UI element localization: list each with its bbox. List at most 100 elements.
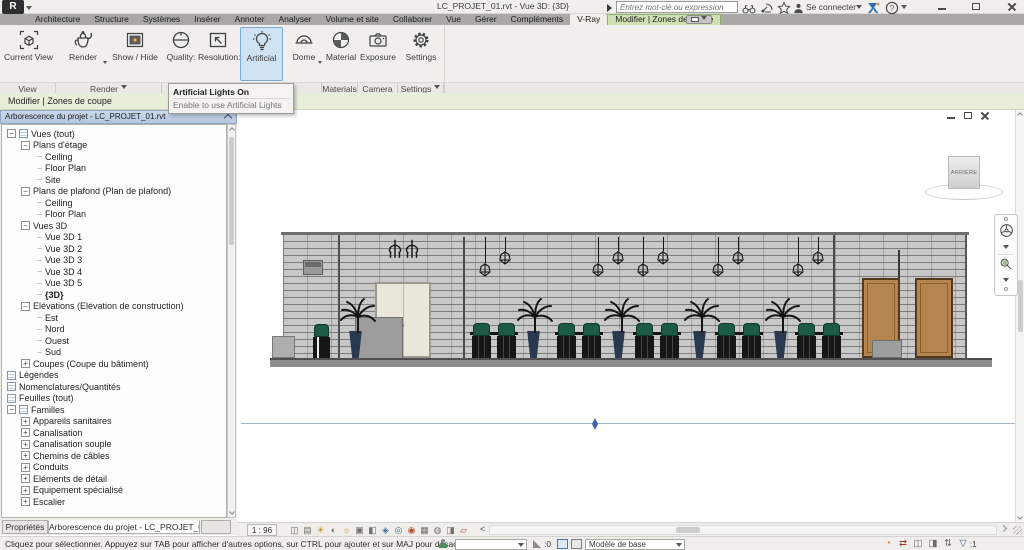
sun-settings-icon[interactable]: ☼ bbox=[341, 524, 352, 536]
tree-item[interactable]: +Canalisation bbox=[2, 427, 226, 439]
worksets-icon[interactable]: ◔ bbox=[882, 538, 894, 550]
tree-item[interactable]: Ceiling bbox=[2, 197, 226, 209]
scale-button[interactable]: 1 : 96 bbox=[247, 524, 277, 536]
minimize-button[interactable] bbox=[934, 2, 950, 12]
ribbon-tab-analyser[interactable]: Analyser bbox=[271, 14, 318, 25]
collapse-icon[interactable]: − bbox=[21, 187, 30, 196]
filter-icon[interactable]: ▽ bbox=[957, 538, 969, 550]
tree-item[interactable]: −Elévations (Elévation de construction) bbox=[2, 301, 226, 313]
viewbar-chevron[interactable]: < bbox=[480, 524, 485, 534]
tree-item[interactable]: Feuilles (tout) bbox=[2, 393, 226, 405]
browser-scrollbar[interactable] bbox=[227, 124, 236, 518]
displacement-icon[interactable]: ◨ bbox=[445, 524, 456, 536]
close-button[interactable] bbox=[1004, 2, 1020, 12]
logo-dropdown-caret-icon[interactable] bbox=[26, 6, 32, 13]
dropdown-caret-icon[interactable] bbox=[103, 61, 107, 66]
ribbon-button-current-view[interactable]: Current ViewVue 3D 4 bbox=[2, 27, 55, 81]
temporary-properties-icon[interactable]: ▦ bbox=[419, 524, 430, 536]
tree-item[interactable]: +Chemins de câbles bbox=[2, 450, 226, 462]
panel-caret-icon[interactable] bbox=[121, 85, 127, 92]
ribbon-tab-syst-mes[interactable]: Systèmes bbox=[136, 14, 187, 25]
expand-icon[interactable]: + bbox=[21, 417, 30, 426]
tree-item[interactable]: Vue 3D 4 bbox=[2, 266, 226, 278]
sign-in-label[interactable]: Se connecter bbox=[806, 2, 856, 12]
collapse-chevron-icon[interactable] bbox=[224, 114, 232, 122]
expand-icon[interactable]: + bbox=[21, 440, 30, 449]
scroll-up-icon[interactable] bbox=[229, 127, 235, 133]
tree-item[interactable]: Vue 3D 2 bbox=[2, 243, 226, 255]
tree-item[interactable]: +Equipement spécialisé bbox=[2, 485, 226, 497]
design-option-select[interactable]: Modèle de base bbox=[585, 539, 685, 550]
ribbon-button-quality[interactable]: Quality:Medium bbox=[164, 27, 198, 81]
ribbon-button-dome-light[interactable]: DomeLight bbox=[285, 27, 323, 81]
ribbon-tab-v-ray[interactable]: V-Ray bbox=[570, 14, 607, 25]
ribbon-tab-g-rer[interactable]: Gérer bbox=[468, 14, 504, 25]
tree-item[interactable]: Site bbox=[2, 174, 226, 186]
resize-grip-icon[interactable] bbox=[1013, 526, 1022, 535]
level-marker-icon[interactable] bbox=[592, 415, 598, 424]
tree-item[interactable]: +Canalisation souple bbox=[2, 439, 226, 451]
browser-tab-properties[interactable]: Propriétés bbox=[2, 520, 48, 534]
panel-caret-icon[interactable] bbox=[434, 85, 440, 92]
revit-logo-icon[interactable]: R bbox=[2, 0, 24, 14]
expand-icon[interactable]: + bbox=[21, 428, 30, 437]
collapse-icon[interactable]: − bbox=[21, 221, 30, 230]
canvas-vertical-scrollbar[interactable] bbox=[1015, 110, 1024, 522]
links-icon[interactable]: ◨ bbox=[927, 538, 939, 550]
tree-item[interactable]: +Coupes (Coupe du bâtiment) bbox=[2, 358, 226, 370]
sign-in-caret-icon[interactable] bbox=[856, 5, 862, 12]
navbar-more-icon[interactable] bbox=[1004, 287, 1008, 291]
viewcube[interactable]: ARRIÈRE bbox=[948, 156, 980, 189]
tree-item[interactable]: Légendes bbox=[2, 370, 226, 382]
detail-level-icon[interactable]: ▤ bbox=[302, 524, 313, 536]
crop-view-icon[interactable]: ▣ bbox=[354, 524, 365, 536]
wheel-caret-icon[interactable] bbox=[1003, 245, 1009, 252]
select-toggle-icon[interactable]: ⇅ bbox=[942, 538, 954, 550]
maximize-button[interactable] bbox=[968, 2, 984, 12]
search-input[interactable] bbox=[616, 1, 738, 13]
steering-wheel-icon[interactable] bbox=[999, 223, 1014, 243]
view-close-button[interactable] bbox=[977, 111, 993, 121]
ribbon-display-toggle[interactable] bbox=[686, 15, 712, 24]
show-crop-icon[interactable]: ◧ bbox=[367, 524, 378, 536]
collapse-icon[interactable]: − bbox=[21, 302, 30, 311]
tree-item[interactable]: Ouest bbox=[2, 335, 226, 347]
ribbon-button-render-with-vray[interactable]: RenderWith V-Ray bbox=[58, 27, 108, 81]
constraints-icon[interactable]: ▱ bbox=[458, 524, 469, 536]
ribbon-tab-compl-ments[interactable]: Compléments bbox=[504, 14, 570, 25]
dropdown-caret-icon[interactable] bbox=[318, 61, 322, 66]
editable-only-icon[interactable] bbox=[557, 539, 568, 549]
ribbon-tab-collaborer[interactable]: Collaborer bbox=[386, 14, 439, 25]
tree-item[interactable]: Est bbox=[2, 312, 226, 324]
tree-item[interactable]: +Eléments de détail bbox=[2, 473, 226, 485]
expand-icon[interactable]: + bbox=[21, 486, 30, 495]
ribbon-button-resolution[interactable]: Resolution:960 x 720 bbox=[198, 27, 238, 81]
level-marker-icon[interactable] bbox=[592, 424, 598, 433]
user-account-icon[interactable] bbox=[793, 1, 804, 13]
collapse-icon[interactable]: − bbox=[7, 405, 16, 414]
tree-item[interactable]: +Escalier bbox=[2, 496, 226, 508]
editing-requests-icon[interactable]: ⇄ bbox=[897, 538, 909, 550]
shadows-icon[interactable]: ◐ bbox=[328, 524, 339, 536]
ribbon-button-artificial-lights[interactable]: ArtificialLights On bbox=[240, 27, 283, 81]
browser-tab-stub[interactable] bbox=[201, 520, 231, 534]
tree-item[interactable]: −Vues (tout) bbox=[2, 128, 226, 140]
scroll-up-icon[interactable] bbox=[1017, 112, 1023, 118]
ribbon-button-settings[interactable]: Settings bbox=[400, 27, 442, 81]
ribbon-tab-vue[interactable]: Vue bbox=[439, 14, 468, 25]
help-caret-icon[interactable] bbox=[901, 5, 907, 12]
ribbon-tab-ins-rer[interactable]: Insérer bbox=[187, 14, 227, 25]
tree-item[interactable]: {3D} bbox=[2, 289, 226, 301]
tree-item[interactable]: +Appareils sanitaires bbox=[2, 416, 226, 428]
expand-icon[interactable]: + bbox=[21, 497, 30, 506]
scroll-right-icon[interactable] bbox=[1000, 525, 1007, 532]
drawing-area[interactable]: ARRIÈRE bbox=[237, 110, 1024, 522]
tree-item[interactable]: Vue 3D 3 bbox=[2, 255, 226, 267]
lock-view-icon[interactable]: ◈ bbox=[380, 524, 391, 536]
temporary-hide-icon[interactable]: ◎ bbox=[393, 524, 404, 536]
ribbon-tab-volume-et-site[interactable]: Volume et site bbox=[319, 14, 386, 25]
canvas-horizontal-scrollbar[interactable] bbox=[489, 525, 997, 535]
scroll-down-icon[interactable] bbox=[1017, 514, 1023, 520]
zoom-tool-icon[interactable] bbox=[999, 257, 1013, 276]
favorites-star-icon[interactable] bbox=[777, 1, 791, 13]
